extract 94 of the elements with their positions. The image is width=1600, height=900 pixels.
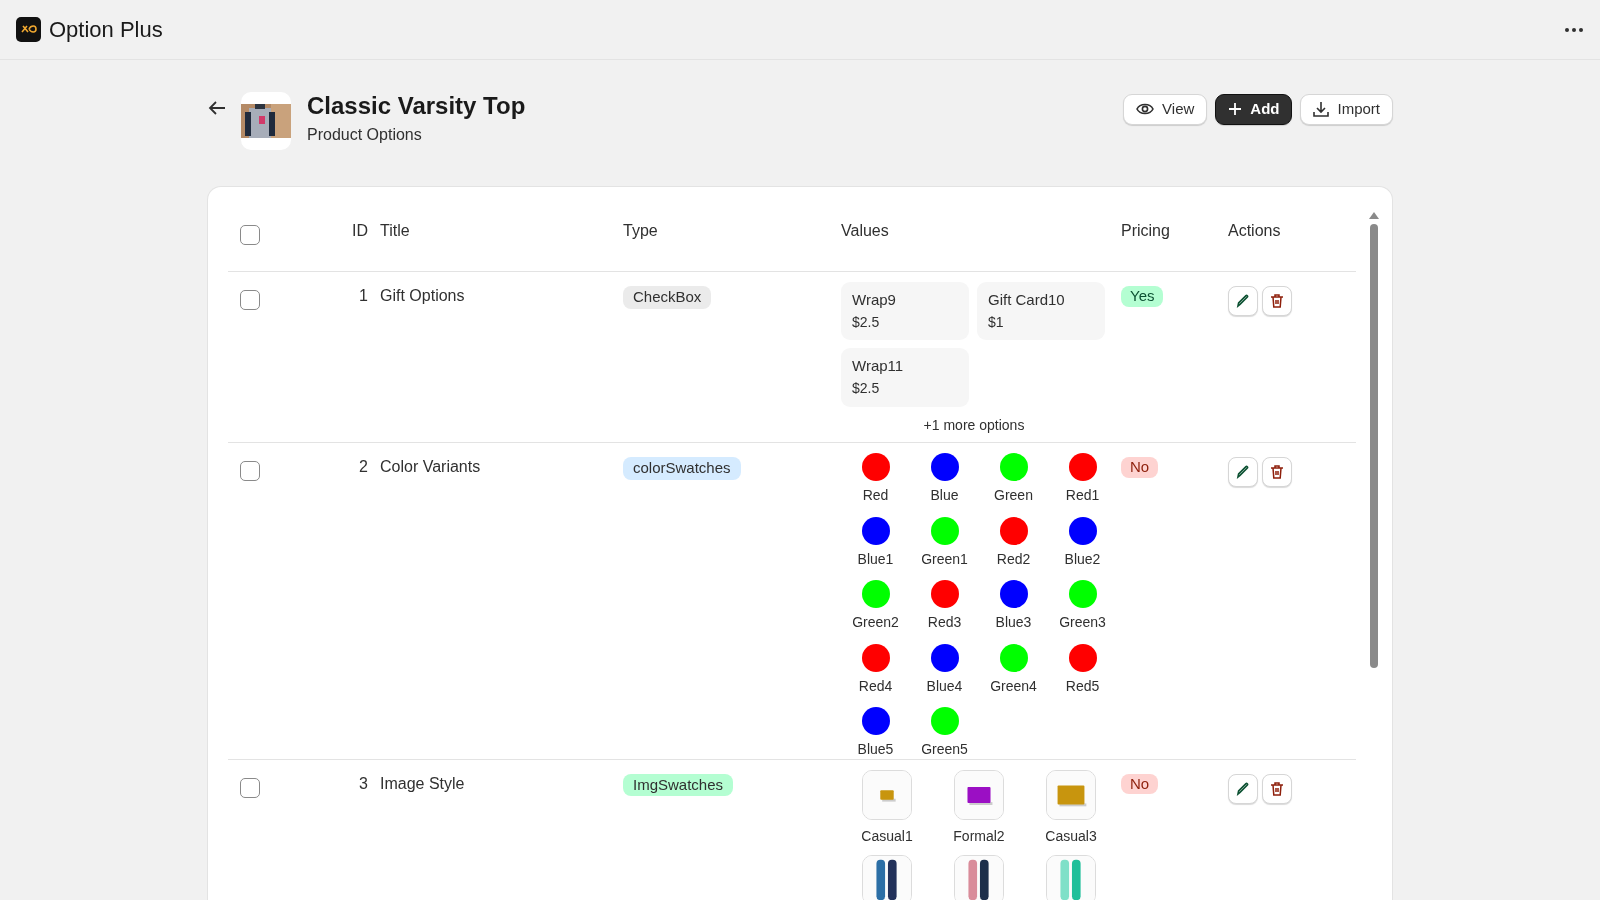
column-header: ID <box>352 222 368 239</box>
pencil-icon <box>1235 293 1251 309</box>
eye-icon <box>1136 102 1155 117</box>
swatch-label: Red <box>862 487 889 505</box>
swatch-label: Green4 <box>990 677 1037 695</box>
value-price: $2.5 <box>852 380 881 398</box>
app-logo-icon <box>16 17 41 42</box>
option-title: Color Variants <box>380 458 481 475</box>
color-swatch[interactable] <box>930 580 959 608</box>
color-swatch[interactable] <box>861 516 890 545</box>
column-header: Pricing <box>1121 222 1170 239</box>
color-swatch[interactable] <box>930 516 959 545</box>
pricing-tag: No <box>1121 773 1159 795</box>
type-tag: colorSwatches <box>623 457 741 480</box>
swatch-label: Blue2 <box>1064 550 1101 568</box>
swatch-label: Blue <box>930 487 959 505</box>
swatch-label: Red1 <box>1065 487 1100 505</box>
more-options-text: +1 more options <box>923 416 1025 433</box>
option-title: Gift Options <box>380 287 465 304</box>
edit-button[interactable] <box>1228 286 1258 316</box>
color-swatch[interactable] <box>861 453 890 481</box>
product-title: Classic Varsity Top <box>307 92 526 121</box>
pricing-tag: No <box>1121 457 1159 478</box>
import-button[interactable]: Import <box>1300 94 1393 125</box>
color-swatch[interactable] <box>930 643 959 672</box>
swatch-label: Red3 <box>927 614 962 632</box>
view-button[interactable]: View <box>1123 94 1208 125</box>
color-swatch[interactable] <box>861 580 890 608</box>
swatch-label: Red4 <box>858 677 893 695</box>
value-name: Gift Card10 <box>988 291 1066 310</box>
color-swatch[interactable] <box>861 643 890 672</box>
plus-icon <box>1228 102 1243 117</box>
image-swatch-label: Casual1 <box>861 827 913 845</box>
scroll-up-arrow-icon[interactable] <box>1368 211 1380 220</box>
type-tag: ImgSwatches <box>623 773 734 797</box>
delete-button[interactable] <box>1262 457 1292 487</box>
pencil-icon <box>1235 780 1251 797</box>
more-menu-icon[interactable] <box>1564 26 1584 33</box>
value-price: $2.5 <box>852 313 881 332</box>
row-id: 1 <box>359 287 368 304</box>
color-swatch[interactable] <box>1068 643 1097 672</box>
row-id: 3 <box>359 774 368 792</box>
app-name: Option Plus <box>49 15 163 44</box>
image-swatch-label: Formal2 <box>953 827 1005 845</box>
image-swatch-label: Casual3 <box>1045 827 1097 845</box>
column-header: Title <box>380 222 410 239</box>
color-swatch[interactable] <box>930 453 959 481</box>
swatch-label: Red2 <box>996 550 1031 568</box>
swatch-label: Green3 <box>1059 614 1106 632</box>
page-subtitle: Product Options <box>307 124 423 145</box>
column-header: Actions <box>1228 222 1281 239</box>
download-icon <box>1313 101 1330 118</box>
checkbox[interactable] <box>240 461 260 481</box>
swatch-label: Green1 <box>921 550 968 568</box>
delete-button[interactable] <box>1262 773 1292 804</box>
value-price: $1 <box>988 313 1005 332</box>
swatch-label: Red5 <box>1065 677 1100 695</box>
trash-icon <box>1269 464 1285 480</box>
delete-button[interactable] <box>1262 286 1292 316</box>
trash-icon <box>1269 293 1285 309</box>
option-title: Image Style <box>380 774 465 792</box>
checkbox[interactable] <box>240 777 260 798</box>
column-header: Type <box>623 222 658 239</box>
row-id: 2 <box>359 458 368 475</box>
color-swatch[interactable] <box>999 643 1028 672</box>
back-arrow-icon[interactable] <box>207 100 227 116</box>
color-swatch[interactable] <box>999 580 1028 608</box>
swatch-label: Blue4 <box>926 677 963 695</box>
color-swatch[interactable] <box>1068 580 1097 608</box>
value-name: Wrap11 <box>852 357 905 376</box>
pencil-icon <box>1235 464 1251 480</box>
edit-button[interactable] <box>1228 773 1258 804</box>
swatch-label: Green <box>994 487 1033 505</box>
swatch-label: Green2 <box>852 614 899 632</box>
pricing-tag: Yes <box>1121 286 1164 307</box>
checkbox[interactable] <box>240 290 260 310</box>
color-swatch[interactable] <box>999 516 1028 545</box>
add-button[interactable]: Add <box>1215 94 1293 125</box>
color-swatch[interactable] <box>861 707 890 735</box>
color-swatch[interactable] <box>1068 453 1097 481</box>
swatch-label: Blue3 <box>995 614 1032 632</box>
trash-icon <box>1269 780 1285 797</box>
swatch-label: Green5 <box>921 741 968 759</box>
column-header: Values <box>841 222 889 239</box>
type-tag: CheckBox <box>623 286 712 309</box>
color-swatch[interactable] <box>930 707 959 735</box>
checkbox[interactable] <box>240 225 260 245</box>
scrollbar-thumb[interactable] <box>1370 224 1378 668</box>
value-name: Wrap9 <box>852 291 897 310</box>
swatch-label: Blue1 <box>857 550 894 568</box>
color-swatch[interactable] <box>999 453 1028 481</box>
edit-button[interactable] <box>1228 457 1258 487</box>
color-swatch[interactable] <box>1068 516 1097 545</box>
swatch-label: Blue5 <box>857 741 894 759</box>
